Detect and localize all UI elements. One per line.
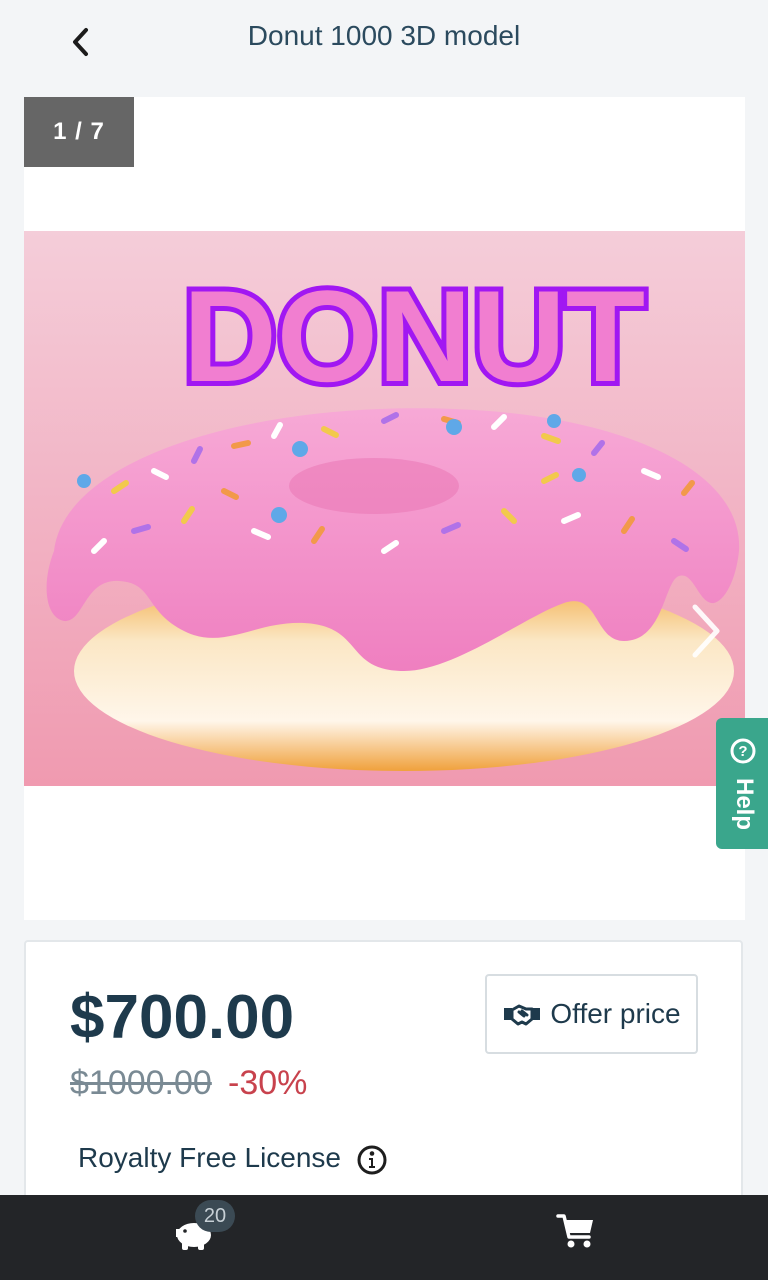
question-circle-icon: ? bbox=[730, 738, 756, 764]
offer-price-button[interactable]: Offer price bbox=[485, 974, 698, 1054]
cart-icon[interactable] bbox=[556, 1213, 596, 1249]
license-label: Royalty Free License bbox=[78, 1142, 342, 1173]
chevron-right-icon[interactable] bbox=[685, 601, 725, 661]
image-gallery[interactable]: 1 / 7 DONUT bbox=[24, 97, 745, 920]
svg-text:?: ? bbox=[738, 743, 747, 760]
image-counter: 1 / 7 bbox=[24, 97, 134, 167]
current-price: $700.00 bbox=[70, 983, 295, 1052]
handshake-icon bbox=[504, 1004, 541, 1026]
top-bar: Donut 1000 3D model bbox=[0, 0, 768, 78]
bottom-navigation: 20 bbox=[0, 1195, 768, 1280]
help-button[interactable]: ? Help bbox=[716, 718, 768, 849]
image-lettering: DONUT bbox=[183, 263, 645, 409]
product-image[interactable]: DONUT bbox=[24, 231, 745, 786]
info-circle-icon[interactable] bbox=[356, 1144, 388, 1176]
donut-illustration: DONUT bbox=[24, 231, 745, 786]
help-label: Help bbox=[731, 778, 758, 831]
offer-price-label: Offer price bbox=[550, 998, 681, 1029]
original-price: $1000.00 bbox=[70, 1064, 212, 1102]
discount-badge: -30% bbox=[228, 1064, 308, 1102]
page-title: Donut 1000 3D model bbox=[247, 20, 521, 51]
wallet-count-badge: 20 bbox=[195, 1200, 235, 1232]
